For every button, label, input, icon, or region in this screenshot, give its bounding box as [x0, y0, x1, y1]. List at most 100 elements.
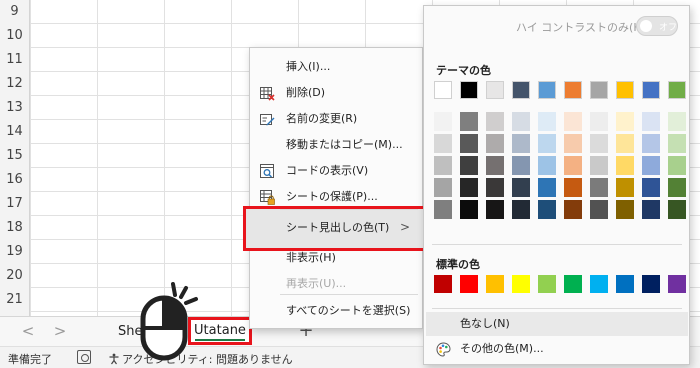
theme-shade-swatch[interactable]	[486, 156, 504, 175]
theme-color-swatch[interactable]	[642, 81, 660, 99]
standard-color-swatch[interactable]	[512, 275, 530, 293]
theme-color-swatch[interactable]	[538, 81, 556, 99]
row-header[interactable]: 16	[0, 168, 30, 192]
theme-shade-swatch[interactable]	[434, 178, 452, 197]
context-menu-item[interactable]: 挿入(I)...	[250, 54, 422, 79]
scroll-tabs-right-button[interactable]: >	[50, 321, 70, 341]
context-menu-item[interactable]: コードの表示(V)	[250, 158, 422, 183]
theme-shade-swatch[interactable]	[642, 156, 660, 175]
theme-shade-swatch[interactable]	[564, 134, 582, 153]
row-header[interactable]: 19	[0, 240, 30, 264]
theme-shade-swatch[interactable]	[538, 200, 556, 219]
theme-shade-swatch[interactable]	[460, 178, 478, 197]
standard-color-swatch[interactable]	[590, 275, 608, 293]
row-header[interactable]: 10	[0, 24, 30, 48]
theme-shade-swatch[interactable]	[590, 112, 608, 131]
theme-shade-swatch[interactable]	[616, 156, 634, 175]
theme-shade-swatch[interactable]	[616, 200, 634, 219]
theme-shade-swatch[interactable]	[668, 178, 686, 197]
theme-color-swatch[interactable]	[590, 81, 608, 99]
context-menu-item[interactable]: 名前の変更(R)	[250, 106, 422, 131]
theme-shade-swatch[interactable]	[460, 156, 478, 175]
theme-shade-swatch[interactable]	[538, 134, 556, 153]
row-header[interactable]: 15	[0, 144, 30, 168]
standard-color-swatch[interactable]	[538, 275, 556, 293]
context-menu-item[interactable]: シートの保護(P)...	[250, 184, 422, 209]
theme-shade-swatch[interactable]	[434, 156, 452, 175]
theme-shade-swatch[interactable]	[564, 112, 582, 131]
no-color-item[interactable]: 色なし(N)	[426, 312, 688, 336]
theme-shade-swatch[interactable]	[486, 178, 504, 197]
theme-color-swatch[interactable]	[668, 81, 686, 99]
theme-shade-swatch[interactable]	[590, 134, 608, 153]
theme-shade-swatch[interactable]	[512, 156, 530, 175]
theme-color-swatch[interactable]	[486, 81, 504, 99]
theme-shade-swatch[interactable]	[642, 112, 660, 131]
context-menu-item[interactable]: 非表示(H)	[250, 245, 422, 270]
theme-shade-swatch[interactable]	[590, 178, 608, 197]
theme-shade-swatch[interactable]	[512, 200, 530, 219]
theme-color-swatch[interactable]	[460, 81, 478, 99]
theme-shade-swatch[interactable]	[590, 200, 608, 219]
theme-shade-swatch[interactable]	[486, 134, 504, 153]
theme-color-swatch[interactable]	[434, 81, 452, 99]
standard-color-swatch[interactable]	[616, 275, 634, 293]
macro-record-icon[interactable]	[77, 350, 91, 364]
theme-shade-swatch[interactable]	[460, 200, 478, 219]
standard-color-swatch[interactable]	[434, 275, 452, 293]
theme-shade-swatch[interactable]	[538, 156, 556, 175]
standard-color-swatch[interactable]	[564, 275, 582, 293]
theme-shade-swatch[interactable]	[460, 134, 478, 153]
context-menu-item[interactable]: 移動またはコピー(M)...	[250, 132, 422, 157]
theme-shade-swatch[interactable]	[616, 112, 634, 131]
theme-shade-swatch[interactable]	[486, 112, 504, 131]
standard-color-swatch[interactable]	[668, 275, 686, 293]
high-contrast-toggle[interactable]: オフ	[636, 16, 678, 36]
row-header[interactable]: 13	[0, 96, 30, 120]
theme-color-swatch[interactable]	[512, 81, 530, 99]
context-menu-item[interactable]: シート見出しの色(T) >	[250, 215, 422, 240]
context-menu-item[interactable]: 削除(D)	[250, 80, 422, 105]
theme-shade-swatch[interactable]	[668, 200, 686, 219]
theme-shade-swatch[interactable]	[434, 112, 452, 131]
theme-shade-swatch[interactable]	[616, 178, 634, 197]
theme-shade-swatch[interactable]	[564, 200, 582, 219]
theme-shade-swatch[interactable]	[668, 112, 686, 131]
standard-color-swatch[interactable]	[486, 275, 504, 293]
theme-shade-swatch[interactable]	[642, 200, 660, 219]
row-header[interactable]: 18	[0, 216, 30, 240]
theme-shade-swatch[interactable]	[434, 134, 452, 153]
theme-color-swatch[interactable]	[616, 81, 634, 99]
row-header[interactable]: 14	[0, 120, 30, 144]
context-menu-item-label: すべてのシートを選択(S)	[286, 304, 411, 317]
theme-color-swatch[interactable]	[564, 81, 582, 99]
theme-shade-swatch[interactable]	[460, 112, 478, 131]
row-header[interactable]: 9	[0, 0, 30, 24]
theme-shade-swatch[interactable]	[668, 134, 686, 153]
row-header[interactable]: 21	[0, 288, 30, 312]
theme-shade-swatch[interactable]	[616, 134, 634, 153]
more-colors-item[interactable]: その他の色(M)...	[426, 337, 688, 361]
theme-shade-swatch[interactable]	[668, 156, 686, 175]
theme-shade-swatch[interactable]	[512, 178, 530, 197]
theme-shade-swatch[interactable]	[434, 200, 452, 219]
scroll-tabs-left-button[interactable]: <	[18, 321, 38, 341]
theme-shade-swatch[interactable]	[564, 156, 582, 175]
row-header[interactable]: 20	[0, 264, 30, 288]
context-menu-item[interactable]: すべてのシートを選択(S)	[250, 298, 422, 323]
theme-shade-swatch[interactable]	[590, 156, 608, 175]
row-header[interactable]: 11	[0, 48, 30, 72]
theme-shade-swatch[interactable]	[642, 134, 660, 153]
theme-shade-swatch[interactable]	[538, 178, 556, 197]
theme-shade-swatch[interactable]	[564, 178, 582, 197]
theme-shade-swatch[interactable]	[642, 178, 660, 197]
context-menu-item-label: シート見出しの色(T)	[286, 221, 390, 234]
row-header[interactable]: 17	[0, 192, 30, 216]
theme-shade-swatch[interactable]	[512, 112, 530, 131]
standard-color-swatch[interactable]	[642, 275, 660, 293]
row-header[interactable]: 12	[0, 72, 30, 96]
theme-shade-swatch[interactable]	[512, 134, 530, 153]
theme-shade-swatch[interactable]	[486, 200, 504, 219]
theme-shade-swatch[interactable]	[538, 112, 556, 131]
standard-color-swatch[interactable]	[460, 275, 478, 293]
